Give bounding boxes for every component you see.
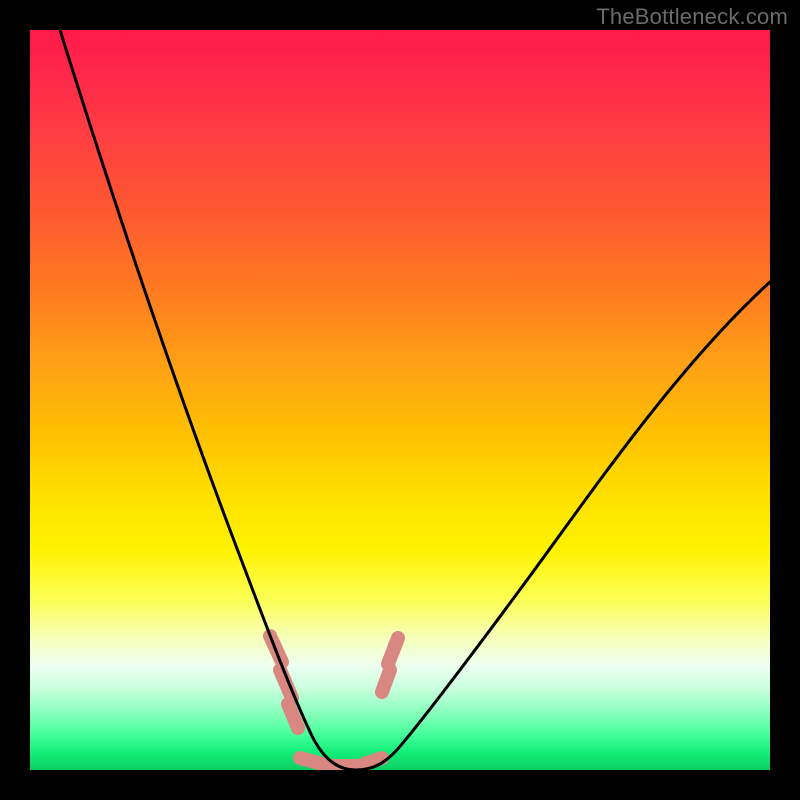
watermark: TheBottleneck.com [596,4,788,30]
chart-frame [30,30,770,770]
bottleneck-curve [30,30,770,770]
curve-path [60,30,770,770]
valley-markers [270,636,398,766]
